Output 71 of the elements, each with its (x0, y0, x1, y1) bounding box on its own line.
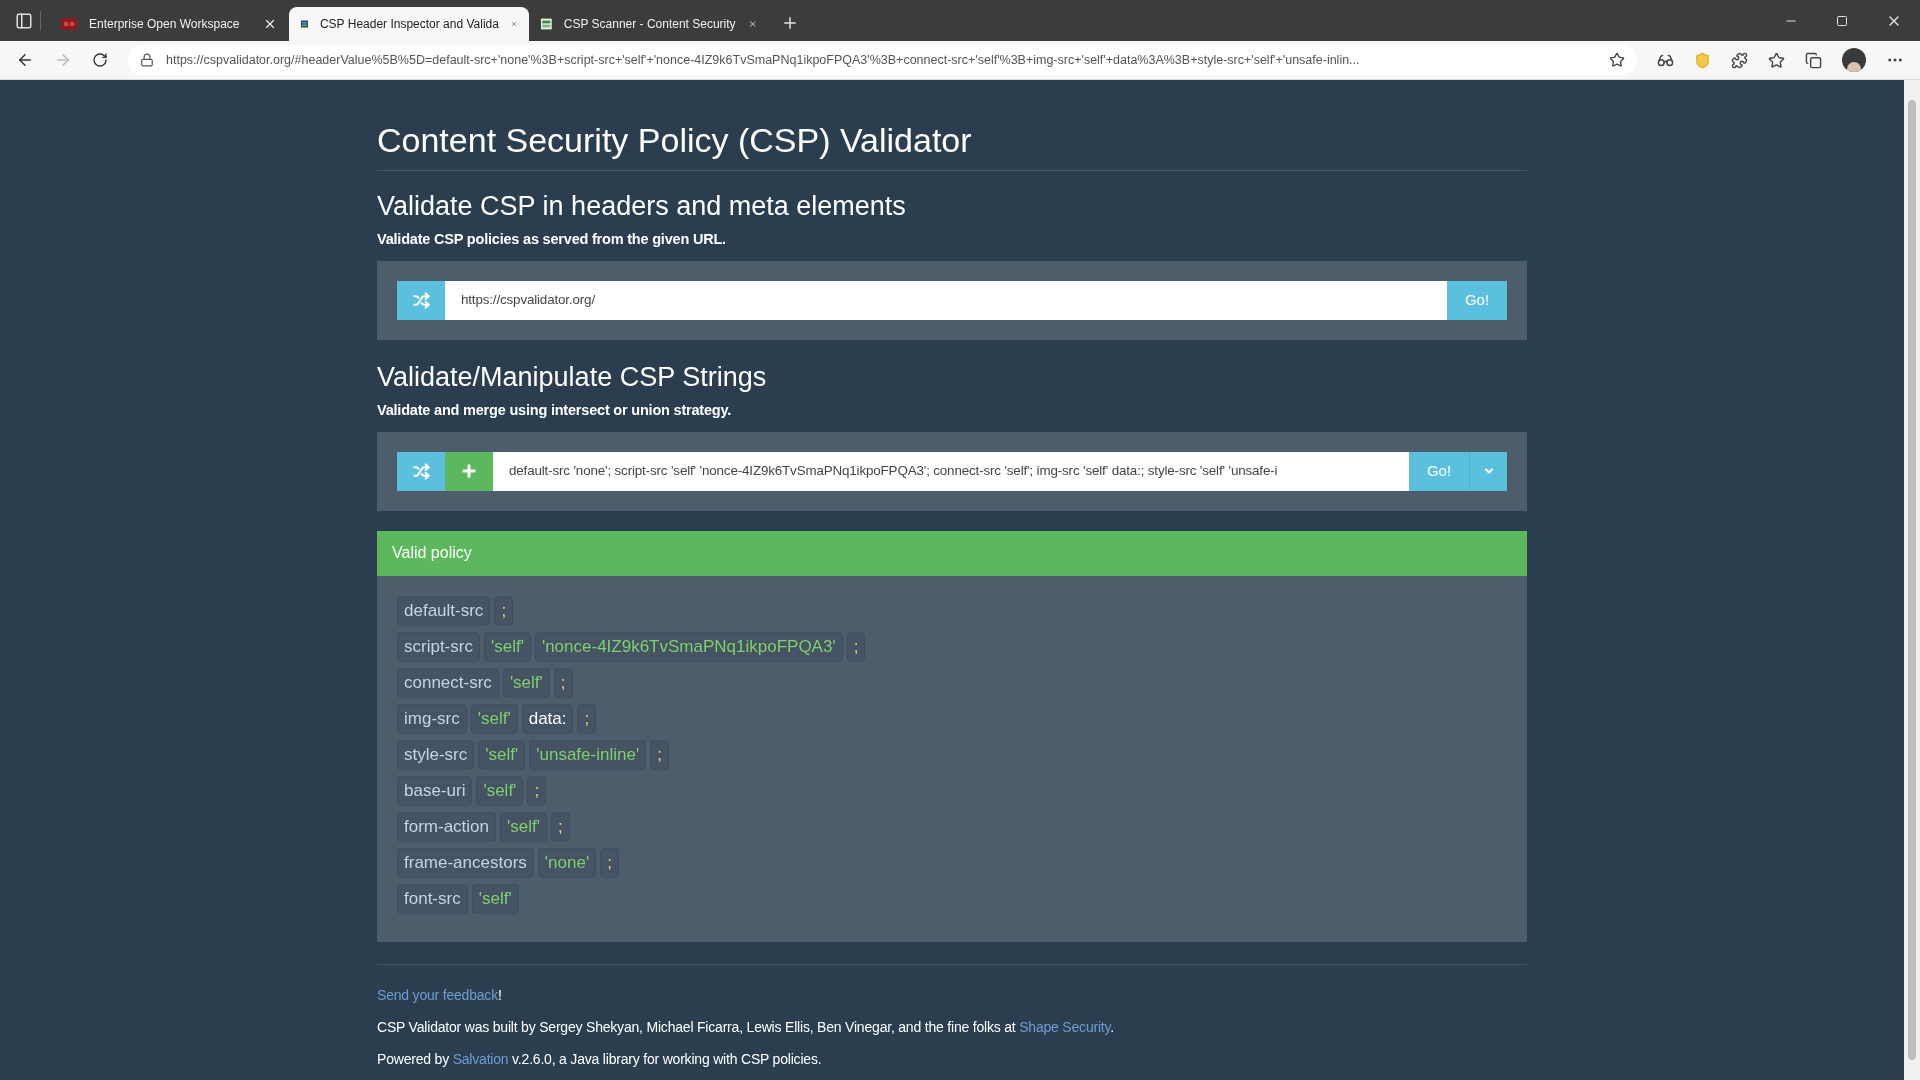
policy-token: base-uri (397, 775, 473, 806)
policy-token: font-src (397, 883, 468, 914)
policy-token: 'nonce-4IZ9k6TvSmaPNq1ikpoFPQA3' (534, 631, 843, 662)
policy-token: ; (551, 811, 570, 842)
favorites-icon[interactable] (1768, 51, 1785, 69)
policy-token: 'self' (502, 667, 550, 698)
policy-token: ; (494, 595, 514, 626)
close-tab-icon[interactable] (263, 17, 277, 31)
section-description: Validate CSP policies as served from the given URL. (377, 230, 727, 249)
section-heading: Validate/Manipulate CSP Strings (377, 360, 768, 394)
shuffle-icon (412, 291, 430, 309)
maximize-icon[interactable] (1836, 15, 1848, 27)
section-heading: Validate CSP in headers and meta elements (377, 190, 907, 223)
page-title: Content Security Policy (CSP) Validator (377, 118, 1527, 171)
profile-avatar[interactable] (1842, 48, 1866, 72)
address-bar[interactable] (128, 45, 1637, 75)
policy-token: 'unsafe-inline' (529, 739, 647, 770)
policy-token: style-src (397, 739, 475, 770)
policy-token: 'self' (476, 775, 524, 806)
policy-token: script-src (397, 631, 480, 662)
policy-token: frame-ancestors (397, 847, 534, 878)
status-alert: Valid policy (377, 530, 1527, 576)
policy-token: 'none' (537, 847, 597, 878)
footer-link[interactable]: Send your feedback (377, 986, 498, 1003)
policy-token: ; (527, 775, 547, 806)
policy-token: data: (521, 703, 574, 734)
tab-title: CSP Header Inspector and Valida (319, 16, 499, 33)
section-description: Validate and merge using intersect or union strategy. (377, 400, 733, 420)
policy-token: 'self' (471, 883, 519, 914)
extensions-icon[interactable] (1731, 51, 1748, 69)
footer-link[interactable]: Salvation (452, 1050, 509, 1067)
address-url: https://cspvalidator.org/#headerValue%5B%5D=default-src+'none'%3B+script-src+'self'+'nonce-4IZ9k6TvSmaPNq1ikpoFPQA3'%3B+connect-src+'self'%3B+img-src+'self'+data%3A%3B+style-src+'self'+'unsafe-inlin... (166, 51, 1361, 69)
shuffle-icon (412, 462, 430, 480)
policy-token: ; (846, 631, 866, 662)
input-field[interactable]: https://cspvalidator.org/ (445, 280, 1447, 320)
lock-icon (140, 53, 154, 67)
tab-actions-icon[interactable] (15, 12, 33, 30)
add-button[interactable] (445, 451, 493, 491)
policy-token: 'self' (470, 703, 518, 734)
add-favorite-icon[interactable] (1609, 52, 1625, 68)
policy-token: ; (553, 667, 573, 698)
new-tab-icon[interactable] (781, 14, 799, 32)
tab-title: Enterprise Open Workspace (89, 16, 241, 33)
scrollbar[interactable] (1904, 80, 1920, 1080)
policy-token: ; (577, 703, 597, 734)
browser-tab[interactable]: CSP Header Inspector and Valida (289, 7, 529, 41)
footer-text: CSP Validator was built by Sergey Shekyan, Michael Ficarra, Lewis Ellis, Ben Vinegar, and the fine folks at Shape Security. (377, 1017, 1115, 1037)
footer-text: Powered by Salvation v.2.6.0, a Java library for working with CSP policies. (377, 1049, 823, 1069)
site-icon (61, 18, 77, 30)
tab-title: CSP Scanner - Content Security (563, 16, 736, 33)
browser-tab[interactable]: Enterprise Open Workspace (49, 7, 289, 41)
reload-icon[interactable] (92, 52, 108, 68)
policy-token: ; (650, 739, 669, 770)
plus-icon (460, 462, 478, 480)
browser-tab[interactable]: CSP Scanner - Content Security (529, 7, 769, 41)
policy-token: default-src (397, 595, 491, 626)
input-field[interactable]: default-src 'none'; script-src 'self' 'nonce-4IZ9k6TvSmaPNq1ikpoFPQA3'; connect-src 'self'; img-src 'self' data:; style-src 'self' 'unsafe-i (493, 451, 1409, 491)
site-icon (541, 16, 552, 32)
dropdown-button[interactable] (1469, 451, 1507, 491)
policy-token: 'self' (483, 631, 531, 662)
back-icon[interactable] (16, 51, 34, 69)
policy-token: 'self' (478, 739, 526, 770)
policy-token: form-action (397, 811, 497, 842)
policy-token: ; (600, 847, 619, 878)
policy-token: img-src (397, 703, 467, 734)
policy-token: connect-src (397, 667, 499, 698)
shuffle-button[interactable] (397, 280, 445, 320)
policy-token: 'self' (500, 811, 547, 842)
footer-text: Send your feedback! (377, 985, 503, 1005)
collections-icon[interactable] (1805, 51, 1822, 69)
shuffle-button[interactable] (397, 451, 445, 491)
